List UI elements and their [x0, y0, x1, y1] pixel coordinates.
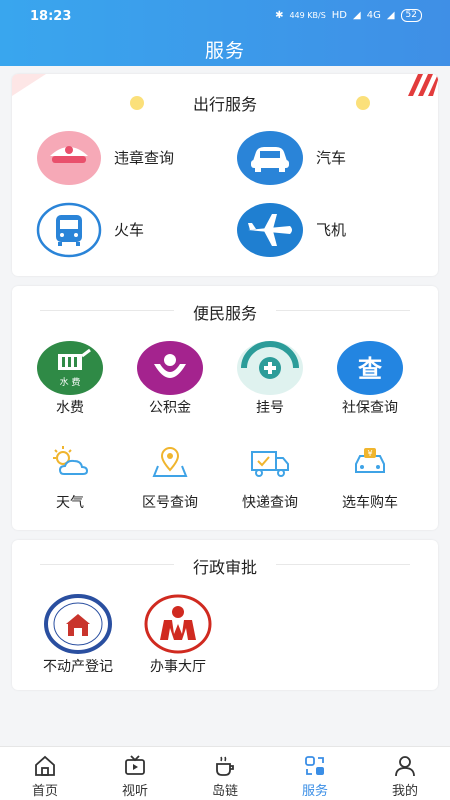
- social-security-label: 社保查询: [342, 400, 398, 416]
- signal-icon: ◢: [353, 10, 361, 21]
- service-hall-item[interactable]: 办事大厅: [128, 594, 228, 680]
- signal-label: 4G: [366, 10, 381, 21]
- admin-title: 行政审批: [192, 558, 257, 577]
- airplane-icon: [237, 203, 303, 257]
- svg-text:水 费: 水 费: [60, 376, 81, 388]
- real-estate-registration-item[interactable]: 不动产登记: [28, 594, 128, 680]
- car-label: 汽车: [316, 149, 347, 167]
- administrative-approval-card: 行政审批 不动产登记 办事大厅: [12, 540, 438, 690]
- system-icons: ✱ 449 KB/S HD ◢ 4G ◢ 52: [275, 9, 422, 22]
- delivery-truck-icon: [251, 451, 289, 477]
- train-icon: [36, 202, 102, 258]
- car-purchase-icon: ¥: [355, 448, 385, 473]
- tab-profile-label: 我的: [391, 784, 418, 799]
- tab-island-chain-label: 岛链: [211, 784, 238, 799]
- status-time: 18:23: [30, 9, 72, 24]
- violation-query-label: 违章查询: [114, 149, 175, 167]
- water-bill-icon: 水 费: [37, 341, 103, 395]
- airplane-item[interactable]: 飞机: [236, 202, 426, 258]
- car-purchase-item[interactable]: ¥ 选车购车: [320, 444, 420, 514]
- service-hall-emblem-icon: [144, 594, 212, 654]
- weather-icon: [53, 446, 89, 475]
- area-code-icon: [152, 447, 188, 477]
- tab-home[interactable]: 首页: [0, 747, 90, 800]
- status-bar: 18:23 ✱ 449 KB/S HD ◢ 4G ◢ 52: [0, 0, 450, 30]
- travel-services-card: 出行服务 违章查询 汽车 火车 飞机: [12, 74, 438, 276]
- bottom-tab-bar: 首页 视听 岛链 服务 我的: [0, 746, 450, 800]
- service-hall-label: 办事大厅: [150, 659, 206, 675]
- convenience-services-card: 便民服务 水 费 水费 公积金 挂号 查 社保查询 天气 区号查询 快递查询 ¥…: [12, 286, 438, 530]
- signal-icon-2: ◢: [386, 10, 395, 21]
- bluetooth-icon: ✱: [275, 10, 284, 21]
- car-purchase-label: 选车购车: [342, 495, 398, 511]
- train-label: 火车: [114, 221, 145, 239]
- real-estate-seal-icon: [44, 594, 112, 654]
- tab-island-chain[interactable]: 岛链: [180, 747, 270, 800]
- coffee-cup-icon: [216, 756, 234, 776]
- hd-label: HD: [331, 10, 348, 21]
- housing-fund-item[interactable]: 公积金: [120, 340, 220, 420]
- convenience-title: 便民服务: [192, 304, 257, 323]
- tab-profile[interactable]: 我的: [360, 747, 450, 800]
- social-security-item[interactable]: 查 社保查询: [320, 340, 420, 420]
- housing-fund-label: 公积金: [149, 400, 191, 416]
- travel-title: 出行服务: [192, 95, 257, 114]
- registration-label: 挂号: [256, 400, 284, 416]
- battery-icon: 52: [400, 9, 422, 22]
- delivery-query-item[interactable]: 快递查询: [220, 444, 320, 514]
- app-header: 18:23 ✱ 449 KB/S HD ◢ 4G ◢ 52 服务: [0, 0, 450, 66]
- tv-icon: [125, 755, 145, 775]
- violation-query-item[interactable]: 违章查询: [36, 130, 226, 186]
- svg-text:¥: ¥: [367, 449, 372, 458]
- tab-services-label: 服务: [301, 784, 328, 799]
- page-title: 服务: [204, 40, 245, 62]
- airplane-label: 飞机: [316, 221, 347, 239]
- profile-icon: [395, 756, 415, 777]
- delivery-query-label: 快递查询: [242, 495, 298, 511]
- services-icon: [305, 756, 324, 775]
- housing-fund-icon: [137, 341, 203, 395]
- car-icon: [237, 131, 303, 185]
- registration-item[interactable]: 挂号: [220, 340, 320, 420]
- train-item[interactable]: 火车: [36, 202, 226, 258]
- weather-item[interactable]: 天气: [20, 444, 120, 514]
- tab-home-label: 首页: [31, 784, 58, 799]
- svg-text:查: 查: [358, 355, 382, 383]
- water-bill-label: 水费: [56, 400, 84, 416]
- tab-media-label: 视听: [121, 784, 148, 799]
- water-bill-item[interactable]: 水 费 水费: [20, 340, 120, 420]
- home-icon: [35, 755, 55, 776]
- area-code-item[interactable]: 区号查询: [120, 444, 220, 514]
- registration-icon: [237, 341, 303, 395]
- real-estate-registration-label: 不动产登记: [43, 659, 113, 675]
- area-code-label: 区号查询: [142, 495, 198, 511]
- network-speed: 449 KB/S: [289, 11, 326, 20]
- police-cap-icon: [37, 131, 101, 185]
- tab-services[interactable]: 服务: [270, 747, 360, 800]
- social-security-icon: 查: [337, 341, 403, 395]
- tab-media[interactable]: 视听: [90, 747, 180, 800]
- car-item[interactable]: 汽车: [236, 130, 426, 186]
- weather-label: 天气: [56, 495, 84, 511]
